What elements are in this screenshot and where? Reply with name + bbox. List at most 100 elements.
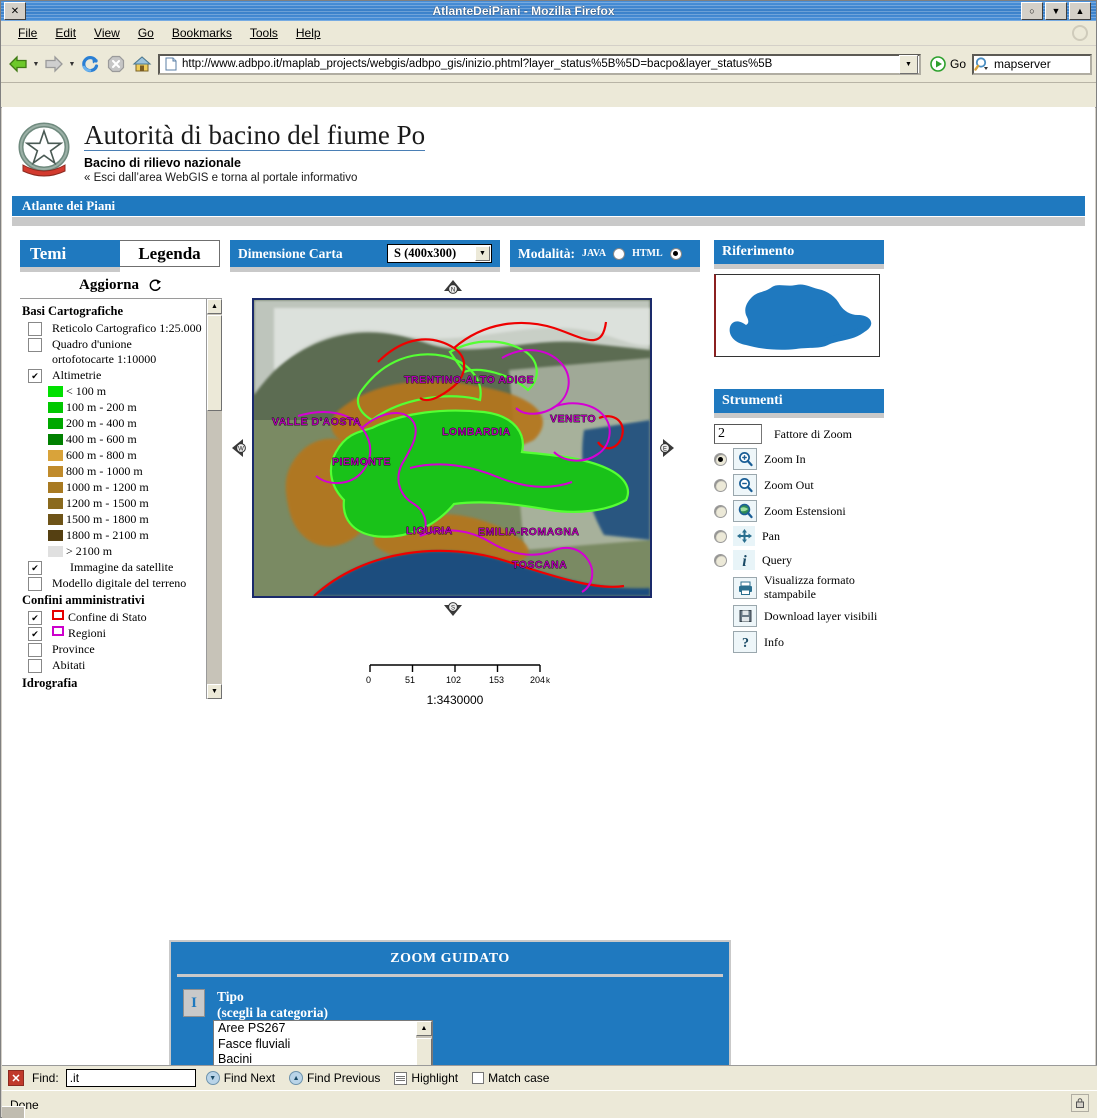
go-button[interactable]: Go	[924, 56, 972, 72]
legend-checkbox[interactable]: ✔	[28, 561, 42, 576]
security-lock-icon[interactable]	[1071, 1094, 1089, 1112]
scroll-up-arrow-icon[interactable]: ▲	[416, 1021, 432, 1037]
tab-legenda[interactable]: Legenda	[120, 240, 220, 268]
legend-scrollbar[interactable]: ▲ ▼	[206, 299, 222, 700]
map-pan-east-icon[interactable]: E	[654, 437, 676, 459]
home-icon[interactable]	[129, 51, 155, 77]
legend-checkbox[interactable]	[28, 643, 42, 658]
tool-row-pan[interactable]: Pan	[714, 526, 884, 547]
legend-item[interactable]: Modello digitale del terreno	[22, 576, 206, 592]
help-question-icon[interactable]: ?	[733, 631, 757, 654]
save-disk-icon[interactable]	[733, 605, 757, 628]
legend-item[interactable]: ✔ Immagine da satellite	[22, 560, 206, 576]
tool-row-zoom-out[interactable]: Zoom Out	[714, 474, 884, 497]
list-item[interactable]: Bacini	[214, 1052, 432, 1065]
legend-item[interactable]: ✔ Altimetrie	[22, 368, 206, 384]
tool-radio-query[interactable]	[714, 553, 727, 567]
pan-icon[interactable]	[733, 526, 755, 547]
tool-row-query[interactable]: i Query	[714, 550, 884, 571]
legend-item[interactable]: ✔ Regioni	[22, 626, 206, 642]
query-info-icon[interactable]: i	[733, 550, 755, 571]
map-pan-west-icon[interactable]: W	[230, 437, 252, 459]
window-resize-grip[interactable]	[2, 1106, 25, 1118]
zoom-extent-icon[interactable]	[733, 500, 757, 523]
tab-temi[interactable]: Temi	[20, 240, 120, 268]
tool-label: Visualizza formato stampabile	[764, 573, 855, 601]
scrollbar-thumb[interactable]	[207, 315, 222, 412]
category-listbox[interactable]: Aree PS267 Fasce fluviali Bacini Sottoba…	[213, 1020, 433, 1065]
zoom-factor-input[interactable]: 2	[714, 424, 762, 445]
zoom-out-icon[interactable]	[733, 474, 757, 497]
tool-row-print[interactable]: Visualizza formato stampabile	[733, 574, 884, 601]
exit-webgis-link[interactable]: « Esci dall’area WebGIS e torna al porta…	[84, 172, 425, 184]
scrollbar-thumb[interactable]	[416, 1038, 432, 1065]
legend-swatch-row: 1200 m - 1500 m	[48, 496, 206, 511]
url-dropdown-button[interactable]: ▼	[898, 54, 918, 74]
tool-row-download[interactable]: Download layer visibili	[733, 605, 884, 628]
find-input[interactable]: .it	[65, 1069, 196, 1087]
back-arrow-icon[interactable]	[5, 51, 31, 77]
tool-radio-pan[interactable]	[714, 529, 727, 543]
refresh-row[interactable]: Aggiorna	[20, 272, 222, 298]
right-panels: Riferimento Strumenti 2 Fattore di Zoom	[714, 240, 884, 654]
legend-checkbox[interactable]	[28, 322, 42, 337]
menu-help[interactable]: Help	[287, 24, 330, 42]
tool-radio-zoom-out[interactable]	[714, 478, 727, 492]
tool-row-zoom-in[interactable]: Zoom In	[714, 448, 884, 471]
legend-item[interactable]: Province	[22, 642, 206, 658]
legend-checkbox[interactable]: ✔	[28, 627, 42, 642]
legend-item[interactable]: Reticolo Cartografico 1:25.000	[22, 321, 206, 337]
list-item[interactable]: Fasce fluviali	[214, 1037, 432, 1052]
window-minimize-button[interactable]: ○	[1021, 2, 1043, 20]
tool-row-info[interactable]: ? Info	[733, 631, 884, 654]
match-case-checkbox[interactable]: Match case	[472, 1071, 549, 1085]
legend-swatch-label: 1800 m - 2100 m	[66, 528, 149, 543]
mode-html-radio[interactable]	[669, 247, 682, 260]
tool-radio-zoom-in[interactable]	[714, 452, 727, 466]
menu-go[interactable]: Go	[129, 24, 163, 42]
scroll-up-arrow-icon[interactable]: ▲	[207, 299, 222, 315]
legend-item[interactable]: Abitati	[22, 658, 206, 674]
list-item[interactable]: Aree PS267	[214, 1021, 432, 1036]
window-close-button[interactable]: ✕	[4, 2, 26, 20]
map-pan-south-icon[interactable]: S	[442, 596, 464, 618]
close-icon[interactable]: ✕	[8, 1070, 24, 1086]
tool-radio-zoom-extent[interactable]	[714, 504, 727, 518]
chevron-down-icon[interactable]: ▼	[475, 246, 490, 262]
overview-map[interactable]	[714, 274, 880, 358]
scroll-down-arrow-icon[interactable]: ▼	[207, 684, 222, 700]
printer-icon[interactable]	[733, 576, 757, 599]
tool-row-zoom-extent[interactable]: Zoom Estensioni	[714, 500, 884, 523]
map-size-select[interactable]: S (400x300) ▼	[387, 244, 492, 264]
zoom-in-icon[interactable]	[733, 448, 757, 471]
menu-bookmarks[interactable]: Bookmarks	[163, 24, 241, 42]
legend-checkbox[interactable]	[28, 577, 42, 592]
legend-checkbox[interactable]	[28, 338, 42, 353]
highlight-button[interactable]: Highlight	[394, 1071, 458, 1085]
legend-checkbox[interactable]: ✔	[28, 369, 42, 384]
checkbox-icon[interactable]	[472, 1072, 485, 1084]
map-canvas[interactable]: TRENTINO-ALTO ADIGE VALLE D'AOSTA VENETO…	[252, 298, 652, 599]
svg-text:204: 204	[530, 675, 545, 685]
legend-item[interactable]: Quadro d'unione ortofotocarte 1:10000	[22, 337, 206, 367]
legend-checkbox[interactable]	[28, 659, 42, 674]
map-pan-north-icon[interactable]: N	[442, 278, 464, 300]
listbox-scrollbar[interactable]: ▲ ▼	[416, 1021, 432, 1065]
legend-item[interactable]: ✔ Confine di Stato	[22, 610, 206, 626]
url-text: http://www.adbpo.it/maplab_projects/webg…	[182, 58, 773, 70]
menu-view[interactable]: View	[85, 24, 129, 42]
find-next-button[interactable]: ▼ Find Next	[205, 1071, 275, 1085]
menu-file[interactable]: File	[9, 24, 46, 42]
find-previous-button[interactable]: ▲ Find Previous	[289, 1071, 380, 1085]
legend-checkbox[interactable]: ✔	[28, 611, 42, 626]
reload-icon[interactable]	[77, 51, 103, 77]
search-input[interactable]: mapserver	[972, 53, 1092, 75]
menu-tools[interactable]: Tools	[241, 24, 287, 42]
back-dropdown-caret[interactable]: ▼	[31, 61, 41, 68]
mode-java-radio[interactable]	[613, 247, 626, 260]
address-bar[interactable]: http://www.adbpo.it/maplab_projects/webg…	[158, 53, 921, 75]
window-maximize-button[interactable]: ▼	[1045, 2, 1067, 20]
window-restore-button[interactable]: ▲	[1069, 2, 1091, 20]
menu-edit[interactable]: Edit	[46, 24, 85, 42]
refresh-icon[interactable]	[147, 277, 163, 293]
